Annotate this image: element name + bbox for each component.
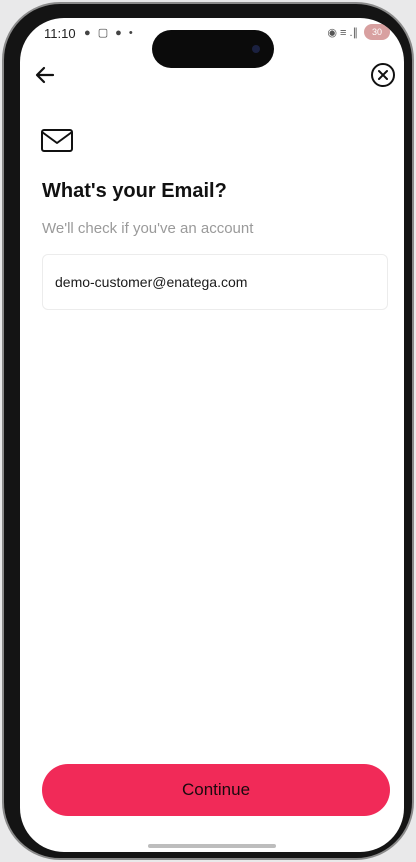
close-button[interactable]: [368, 60, 398, 90]
arrow-left-icon: [35, 66, 55, 84]
envelope-icon: [41, 129, 73, 152]
system-icons: ◉ ≡ .∥ 30: [327, 24, 390, 40]
continue-button[interactable]: Continue: [42, 764, 390, 816]
status-time: 11:10: [44, 26, 76, 41]
signal-icons: ◉ ≡ .∥: [327, 26, 358, 39]
phone-frame: 11:10 ● ▢ ● • ◉ ≡ .∥ 30 What's your Emai…: [2, 2, 414, 860]
notification-icons: ● ▢ ● •: [84, 27, 135, 39]
camera-icon: [252, 45, 260, 53]
page-title: What's your Email?: [42, 180, 227, 202]
email-field[interactable]: [42, 254, 388, 310]
close-circle-icon: [371, 63, 395, 87]
back-button[interactable]: [30, 60, 60, 90]
dynamic-island: [152, 30, 274, 68]
home-indicator[interactable]: [148, 844, 276, 848]
phone-screen: 11:10 ● ▢ ● • ◉ ≡ .∥ 30 What's your Emai…: [20, 18, 404, 852]
page-subtitle: We'll check if you've an account: [42, 220, 254, 237]
battery-icon: 30: [364, 24, 390, 40]
